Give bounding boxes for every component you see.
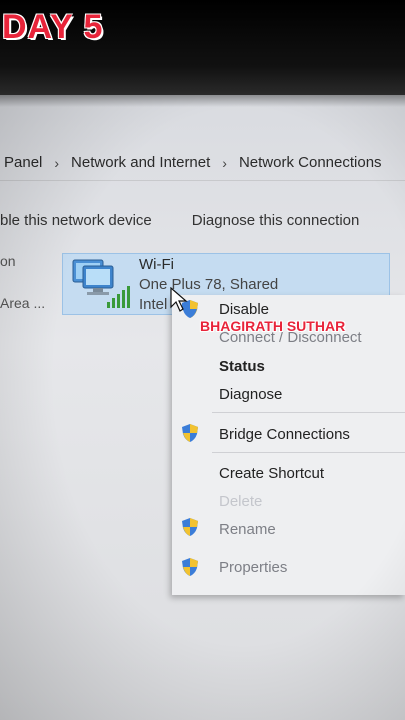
bezel-shadow — [0, 95, 405, 107]
chevron-right-icon: › — [54, 154, 60, 171]
network-adapter-icon — [72, 259, 130, 308]
breadcrumb-network-connections[interactable]: Network Connections — [235, 154, 386, 171]
menu-item-status[interactable]: Status — [219, 358, 265, 375]
menu-item-disable[interactable]: Disable — [219, 301, 269, 318]
breadcrumb: Panel › Network and Internet › Network C… — [0, 145, 405, 181]
menu-item-bridge-connections[interactable]: Bridge Connections — [219, 426, 350, 443]
chevron-right-icon: › — [222, 154, 227, 171]
shield-icon — [182, 424, 198, 442]
menu-item-create-shortcut[interactable]: Create Shortcut — [219, 465, 324, 482]
menu-item-rename[interactable]: Rename — [219, 521, 276, 538]
menu-separator — [212, 452, 405, 453]
day-title: DAY 5 — [2, 8, 104, 46]
connection-name: Wi-Fi — [139, 256, 174, 273]
menu-separator — [212, 412, 405, 413]
cursor-icon — [170, 287, 188, 312]
left-column-connections: on Area ... — [0, 253, 45, 337]
shield-icon — [182, 558, 198, 576]
left-connection-line: on — [0, 253, 16, 269]
shield-icon — [182, 518, 198, 536]
monitor-screen: Panel › Network and Internet › Network C… — [0, 95, 405, 720]
menu-item-diagnose[interactable]: Diagnose — [219, 386, 282, 403]
connection-network: One Plus 78, Shared — [139, 276, 279, 293]
context-menu: Disable Connect / Disconnect Status Diag… — [172, 295, 405, 595]
disable-device-button[interactable]: ble this network device — [0, 212, 152, 229]
breadcrumb-network-and-internet[interactable]: Network and Internet — [67, 154, 214, 171]
menu-item-properties[interactable]: Properties — [219, 559, 287, 576]
watermark: BHAGIRATH SUTHAR — [200, 318, 346, 334]
menu-item-delete: Delete — [219, 493, 263, 510]
connection-adapter: Intel — [139, 296, 168, 313]
left-connection-line: Area ... — [0, 295, 46, 311]
command-toolbar: ble this network device Diagnose this co… — [0, 205, 405, 235]
breadcrumb-control-panel[interactable]: Panel — [0, 154, 46, 171]
diagnose-connection-button[interactable]: Diagnose this connection — [192, 212, 360, 229]
